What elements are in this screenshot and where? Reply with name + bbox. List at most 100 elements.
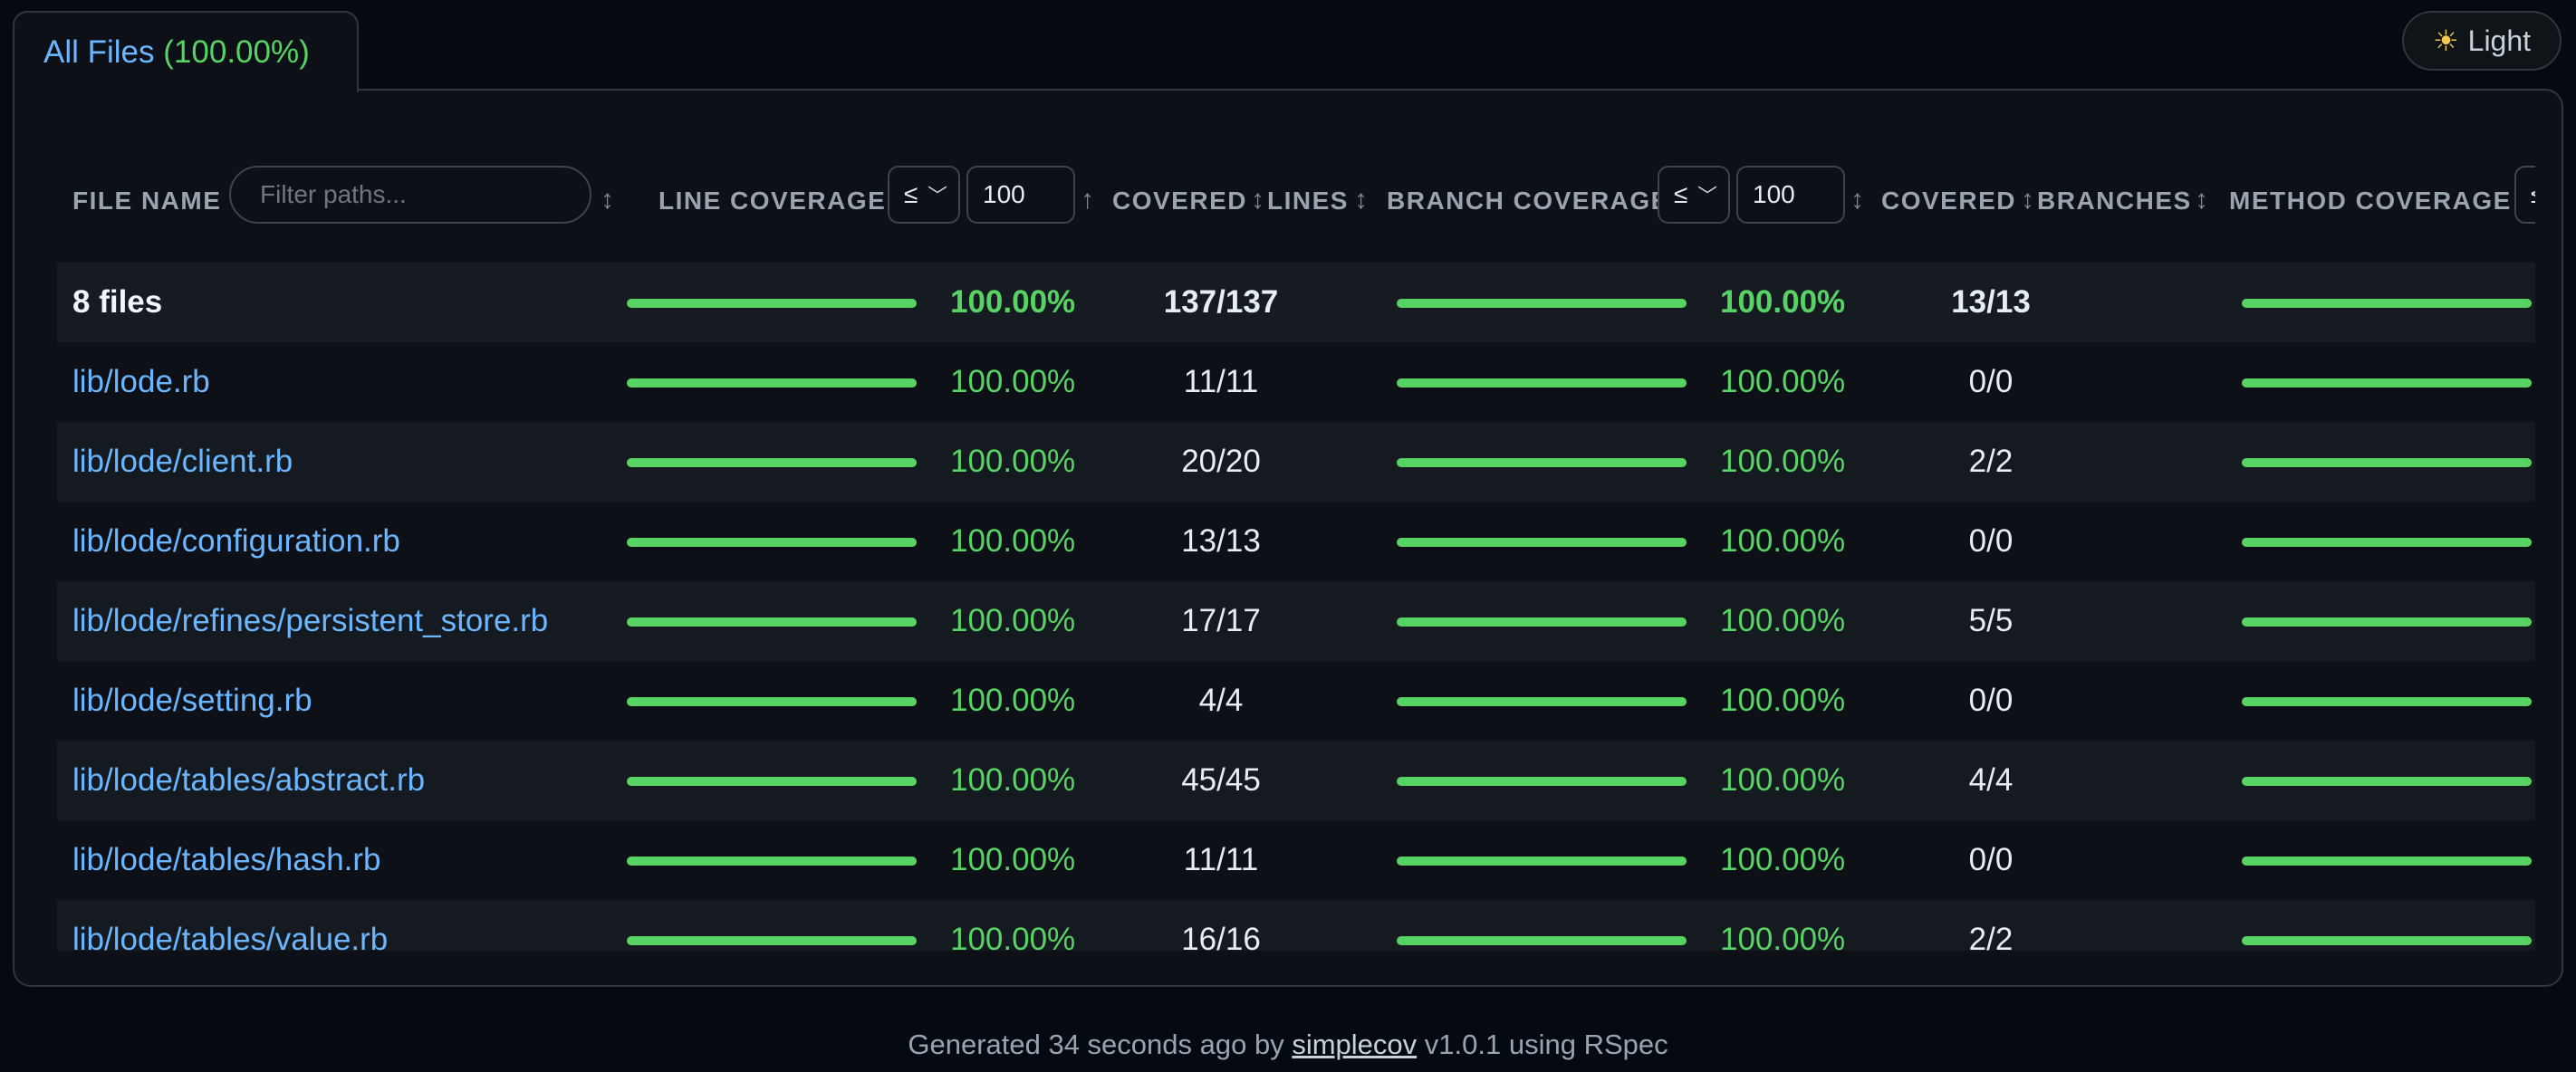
file-link[interactable]: lib/lode/setting.rb (72, 661, 312, 741)
branch-coverage-percent: 100.00% (1720, 364, 1846, 399)
coverage-bar-fill (2242, 299, 2532, 308)
method-coverage-bar (2242, 697, 2532, 706)
coverage-bar-fill (627, 378, 917, 388)
branch-coverage-percent: 100.00% (1720, 523, 1846, 559)
method-coverage-bar (2242, 299, 2532, 308)
lines-covered: 11/11 (1183, 842, 1259, 877)
branch-coverage-value-input[interactable] (1736, 166, 1845, 224)
coverage-panel: FILE NAME ↕ LINE COVERAGE ≤ ﹀ ↑ COVERED … (13, 89, 2563, 987)
branches-covered: 4/4 (1968, 762, 2014, 798)
summary-file-count: 8 files (72, 284, 163, 320)
line-coverage-percent: 100.00% (950, 922, 1076, 951)
line-operator-value: ≤ (904, 180, 918, 208)
lines-covered: 13/13 (1181, 523, 1261, 559)
method-coverage-bar (2242, 617, 2532, 627)
line-coverage-bar (627, 378, 917, 388)
branch-coverage-bar (1397, 936, 1687, 945)
line-coverage-bar (627, 617, 917, 627)
coverage-bar-fill (627, 857, 917, 866)
coverage-bar-fill (2242, 538, 2532, 547)
table-row: lib/lode/refines/persistent_store.rb 100.… (57, 581, 2535, 663)
coverage-bar-fill (1397, 777, 1687, 786)
coverage-bar-fill (1397, 936, 1687, 945)
header-covered-branches[interactable]: COVERED (1881, 187, 2016, 215)
chevron-down-icon: ﹀ (1697, 185, 1717, 207)
file-link[interactable]: lib/lode/tables/abstract.rb (72, 741, 425, 820)
file-link[interactable]: lib/lode/tables/value.rb (72, 900, 388, 951)
branch-coverage-bar (1397, 777, 1687, 786)
branches-covered: 0/0 (1968, 523, 2014, 559)
coverage-bar-fill (1397, 697, 1687, 706)
tab-all-files[interactable]: All Files (100.00%) (13, 11, 359, 92)
header-method-coverage[interactable]: METHOD COVERAGE (2229, 187, 2512, 215)
file-link[interactable]: lib/lode/client.rb (72, 422, 293, 502)
line-coverage-operator-select[interactable]: ≤ ﹀ (888, 166, 960, 224)
simplecov-link[interactable]: simplecov (1292, 1029, 1417, 1060)
line-coverage-percent: 100.00% (950, 762, 1076, 798)
branch-coverage-percent: 100.00% (1720, 922, 1846, 951)
header-line-coverage[interactable]: LINE COVERAGE (658, 187, 886, 215)
footer-suffix: v1.0.1 using RSpec (1424, 1029, 1668, 1060)
line-coverage-percent: 100.00% (950, 523, 1076, 559)
coverage-bar-fill (1397, 857, 1687, 866)
coverage-bar-fill (1397, 378, 1687, 388)
branch-coverage-percent: 100.00% (1720, 683, 1846, 718)
table-header: FILE NAME ↕ LINE COVERAGE ≤ ﹀ ↑ COVERED … (57, 136, 2535, 265)
header-covered-lines[interactable]: COVERED (1112, 187, 1247, 215)
file-link[interactable]: lib/lode/configuration.rb (72, 502, 400, 581)
branches-covered: 2/2 (1968, 922, 2014, 951)
coverage-bar-fill (2242, 378, 2532, 388)
branch-coverage-bar (1397, 299, 1687, 308)
branch-coverage-bar (1397, 538, 1687, 547)
branch-coverage-bar (1397, 378, 1687, 388)
branch-coverage-percent: 100.00% (1720, 842, 1846, 877)
sort-icon[interactable]: ↕ (1354, 185, 1370, 215)
tab-percent: (100.00%) (163, 34, 310, 70)
footer-prefix: Generated 34 seconds ago by (908, 1029, 1284, 1060)
table-row: lib/lode/configuration.rb 100.00% 13/13 100… (57, 502, 2535, 583)
file-link[interactable]: lib/lode/tables/hash.rb (72, 820, 381, 900)
branch-coverage-bar (1397, 458, 1687, 467)
line-coverage-bar (627, 697, 917, 706)
branch-coverage-bar (1397, 617, 1687, 627)
sort-icon[interactable]: ↕ (2021, 185, 2036, 215)
header-lines[interactable]: LINES (1267, 187, 1349, 215)
file-link[interactable]: lib/lode.rb (72, 342, 210, 422)
lines-covered: 17/17 (1181, 603, 1261, 638)
file-link[interactable]: lib/lode/refines/persistent_store.rb (72, 581, 548, 661)
branch-coverage-percent: 100.00% (1720, 284, 1846, 320)
coverage-bar-fill (1397, 538, 1687, 547)
branches-covered: 0/0 (1968, 683, 2014, 718)
table-row: lib/lode/tables/abstract.rb 100.00% 45/45 1… (57, 741, 2535, 822)
coverage-bar-fill (2242, 697, 2532, 706)
coverage-bar-fill (627, 458, 917, 467)
branch-coverage-operator-select[interactable]: ≤ ﹀ (1658, 166, 1730, 224)
table-row: lib/lode.rb 100.00% 11/11 100.00% 0/0 (57, 342, 2535, 424)
lines-covered: 45/45 (1181, 762, 1261, 798)
header-branch-coverage[interactable]: BRANCH COVERAGE (1387, 187, 1669, 215)
branches-covered: 5/5 (1968, 603, 2014, 638)
header-file-name[interactable]: FILE NAME (72, 187, 221, 215)
line-coverage-value-input[interactable] (966, 166, 1075, 224)
sort-icon[interactable]: ↕ (1850, 185, 1866, 215)
sort-icon[interactable]: ↕ (601, 185, 616, 215)
sort-icon[interactable]: ↕ (1251, 185, 1266, 215)
sort-ascending-icon[interactable]: ↑ (1081, 185, 1096, 215)
header-branches[interactable]: BRANCHES (2037, 187, 2192, 215)
branches-covered: 2/2 (1968, 444, 2014, 479)
method-coverage-bar (2242, 936, 2532, 945)
line-coverage-percent: 100.00% (950, 683, 1076, 718)
branches-covered: 0/0 (1968, 364, 2014, 399)
branches-covered: 0/0 (1968, 842, 2014, 877)
line-coverage-percent: 100.00% (950, 284, 1076, 320)
line-coverage-bar (627, 458, 917, 467)
line-coverage-bar (627, 857, 917, 866)
theme-toggle-button[interactable]: ☀ Light (2402, 11, 2562, 71)
filter-paths-input[interactable] (229, 166, 591, 224)
sort-icon[interactable]: ↕ (2195, 185, 2210, 215)
coverage-bar-fill (2242, 777, 2532, 786)
method-coverage-operator-select[interactable]: ≤ ﹀ (2514, 166, 2535, 224)
branch-coverage-percent: 100.00% (1720, 444, 1846, 479)
summary-row: 8 files 100.00% 137/137 100.00% 13/13 (57, 263, 2535, 345)
branches-covered: 13/13 (1951, 284, 2031, 320)
